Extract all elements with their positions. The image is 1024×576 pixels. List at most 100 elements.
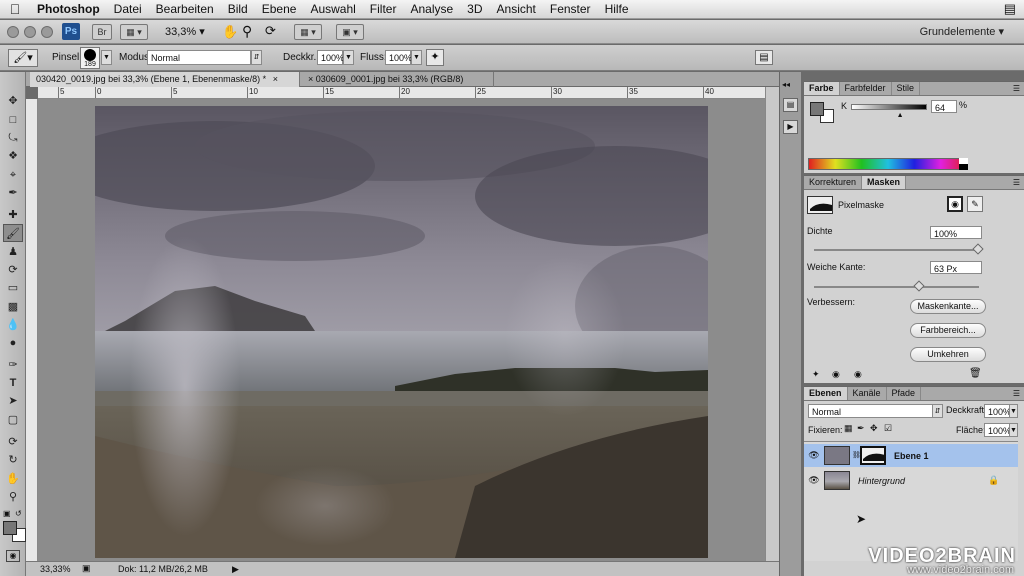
tool-preset-picker[interactable]: 🖌▾	[8, 49, 38, 67]
tab-farbe[interactable]: Farbe	[804, 82, 840, 95]
view-extras-button[interactable]: ▦ ▾	[120, 24, 148, 40]
brush-preset-picker[interactable]: 189	[80, 47, 100, 69]
brush-dropdown-arrow[interactable]: ▼	[101, 50, 112, 65]
flow-field[interactable]: 100%	[385, 50, 412, 65]
quick-selection-tool-icon[interactable]: ❖	[3, 147, 23, 165]
invert-button[interactable]: Umkehren	[910, 347, 986, 362]
minimize-window-button[interactable]	[24, 26, 36, 38]
rotate-view-icon[interactable]: ⟳	[265, 23, 276, 39]
brush-tool-icon[interactable]: 🖌	[3, 224, 23, 242]
tab-korrekturen[interactable]: Korrekturen	[804, 176, 863, 189]
menu-ebene[interactable]: Ebene	[255, 2, 304, 16]
status-options-icon[interactable]: ▣	[82, 563, 91, 574]
swap-colors-icon[interactable]: ↺	[15, 509, 22, 518]
pen-tool-icon[interactable]: ✑	[3, 356, 23, 374]
menu-3d[interactable]: 3D	[460, 2, 489, 16]
layer-opacity-dropdown-arrow[interactable]: ▼	[1009, 404, 1018, 418]
opacity-field[interactable]: 100%	[317, 50, 344, 65]
lock-image-icon[interactable]: ✒	[857, 423, 865, 434]
default-colors-icon[interactable]: ▣	[3, 509, 11, 518]
menu-ansicht[interactable]: Ansicht	[490, 2, 543, 16]
menu-bearbeiten[interactable]: Bearbeiten	[149, 2, 221, 16]
tab-masken[interactable]: Masken	[862, 176, 907, 189]
clone-stamp-tool-icon[interactable]: ♟	[3, 243, 23, 261]
mask-visibility-icon[interactable]: ◉	[854, 369, 862, 380]
workspace-switcher[interactable]: Grundelemente ▾	[920, 25, 1004, 38]
black-value-field[interactable]: 64	[931, 100, 957, 113]
3d-orbit-tool-icon[interactable]: ↻	[3, 451, 23, 469]
feather-slider-track[interactable]	[814, 286, 979, 288]
opacity-dropdown-arrow[interactable]: ▼	[343, 50, 354, 65]
density-field[interactable]: 100%	[930, 226, 982, 239]
brush-panel-toggle-icon[interactable]: ▤	[755, 50, 773, 65]
blend-mode-dropdown-arrow[interactable]: ⇵	[932, 404, 943, 418]
density-slider-track[interactable]	[814, 249, 979, 251]
menu-filter[interactable]: Filter	[363, 2, 404, 16]
fill-dropdown-arrow[interactable]: ▼	[1009, 423, 1018, 437]
screen-mode-button[interactable]: ▣ ▾	[336, 24, 364, 40]
flow-dropdown-arrow[interactable]: ▼	[411, 50, 422, 65]
close-tab-icon[interactable]: ×	[273, 74, 278, 84]
color-spectrum-ramp[interactable]	[808, 158, 968, 170]
layer-row-ebene-1[interactable]: 👁 ⛓ Ebene 1	[804, 444, 1018, 467]
tab-ebenen[interactable]: Ebenen	[804, 387, 848, 400]
layer-row-hintergrund[interactable]: 👁 Hintergrund 🔒	[804, 469, 1018, 492]
canvas-area[interactable]	[38, 99, 765, 561]
actions-panel-icon[interactable]: ▶	[783, 120, 798, 134]
panel-menu-icon[interactable]: ☰	[1013, 84, 1020, 93]
density-slider-thumb[interactable]	[972, 243, 984, 255]
lock-position-icon[interactable]: ✥	[870, 423, 878, 434]
photo-canvas[interactable]	[95, 106, 708, 558]
collapse-arrows-icon[interactable]: ◂◂	[782, 80, 790, 89]
marquee-tool-icon[interactable]: □	[3, 111, 23, 129]
eye-icon[interactable]: 👁	[808, 450, 820, 460]
tab-pfade[interactable]: Pfade	[887, 387, 922, 400]
zoom-tool-icon[interactable]: ⚲	[3, 488, 23, 506]
layer-mask-thumbnail[interactable]	[860, 446, 886, 465]
tab-stile[interactable]: Stile	[892, 82, 921, 95]
gradient-tool-icon[interactable]: ▩	[3, 298, 23, 316]
eye-icon[interactable]: 👁	[808, 475, 820, 485]
menu-display-icon[interactable]: ▤	[1004, 1, 1024, 17]
lock-all-icon[interactable]: ☑	[884, 423, 892, 434]
move-tool-icon[interactable]: ✥	[3, 92, 23, 110]
menu-auswahl[interactable]: Auswahl	[303, 2, 362, 16]
apply-mask-icon[interactable]: ◉	[832, 369, 840, 380]
history-panel-icon[interactable]: ▤	[783, 98, 798, 112]
layer-opacity-field[interactable]: 100%	[984, 404, 1011, 418]
menu-datei[interactable]: Datei	[107, 2, 149, 16]
panel-menu-icon[interactable]: ☰	[1013, 389, 1020, 398]
bridge-button[interactable]: Br	[92, 24, 112, 40]
eyedropper-tool-icon[interactable]: ✒	[3, 184, 23, 202]
black-slider-track[interactable]	[851, 104, 927, 110]
zoom-window-button[interactable]	[41, 26, 53, 38]
arrange-documents-button[interactable]: ▦ ▾	[294, 24, 322, 40]
mode-select[interactable]: Normal	[147, 50, 251, 65]
type-tool-icon[interactable]: T	[3, 374, 23, 392]
zoom-tool-icon[interactable]: ⚲	[242, 23, 252, 40]
mode-dropdown-arrow[interactable]: ⇵	[251, 50, 262, 65]
healing-brush-tool-icon[interactable]: ✚	[3, 206, 23, 224]
mask-edge-button[interactable]: Maskenkante...	[910, 299, 986, 314]
status-menu-arrow-icon[interactable]: ▶	[232, 564, 239, 575]
menu-fenster[interactable]: Fenster	[543, 2, 598, 16]
zoom-level-select[interactable]: 33,3% ▾	[165, 25, 205, 38]
hand-tool-icon[interactable]: ✋	[3, 470, 23, 488]
panel-menu-icon[interactable]: ☰	[1013, 178, 1020, 187]
tab-kanaele[interactable]: Kanäle	[848, 387, 887, 400]
delete-mask-icon[interactable]: 🗑	[969, 368, 982, 379]
dodge-tool-icon[interactable]: ●	[3, 334, 23, 352]
menu-analyse[interactable]: Analyse	[403, 2, 460, 16]
history-brush-tool-icon[interactable]: ⟳	[3, 261, 23, 279]
vertical-scrollbar[interactable]	[765, 87, 779, 561]
path-selection-tool-icon[interactable]: ➤	[3, 392, 23, 410]
load-selection-icon[interactable]: ✦	[812, 369, 820, 380]
menu-hilfe[interactable]: Hilfe	[598, 2, 636, 16]
3d-rotate-tool-icon[interactable]: ⟳	[3, 433, 23, 451]
blend-mode-select[interactable]: Normal	[808, 404, 934, 418]
fill-field[interactable]: 100%	[984, 423, 1011, 437]
crop-tool-icon[interactable]: ⌖	[3, 166, 23, 184]
vector-mask-icon[interactable]: ✎	[967, 196, 983, 212]
black-white-ramp[interactable]	[959, 158, 968, 170]
color-range-button[interactable]: Farbbereich...	[910, 323, 986, 338]
